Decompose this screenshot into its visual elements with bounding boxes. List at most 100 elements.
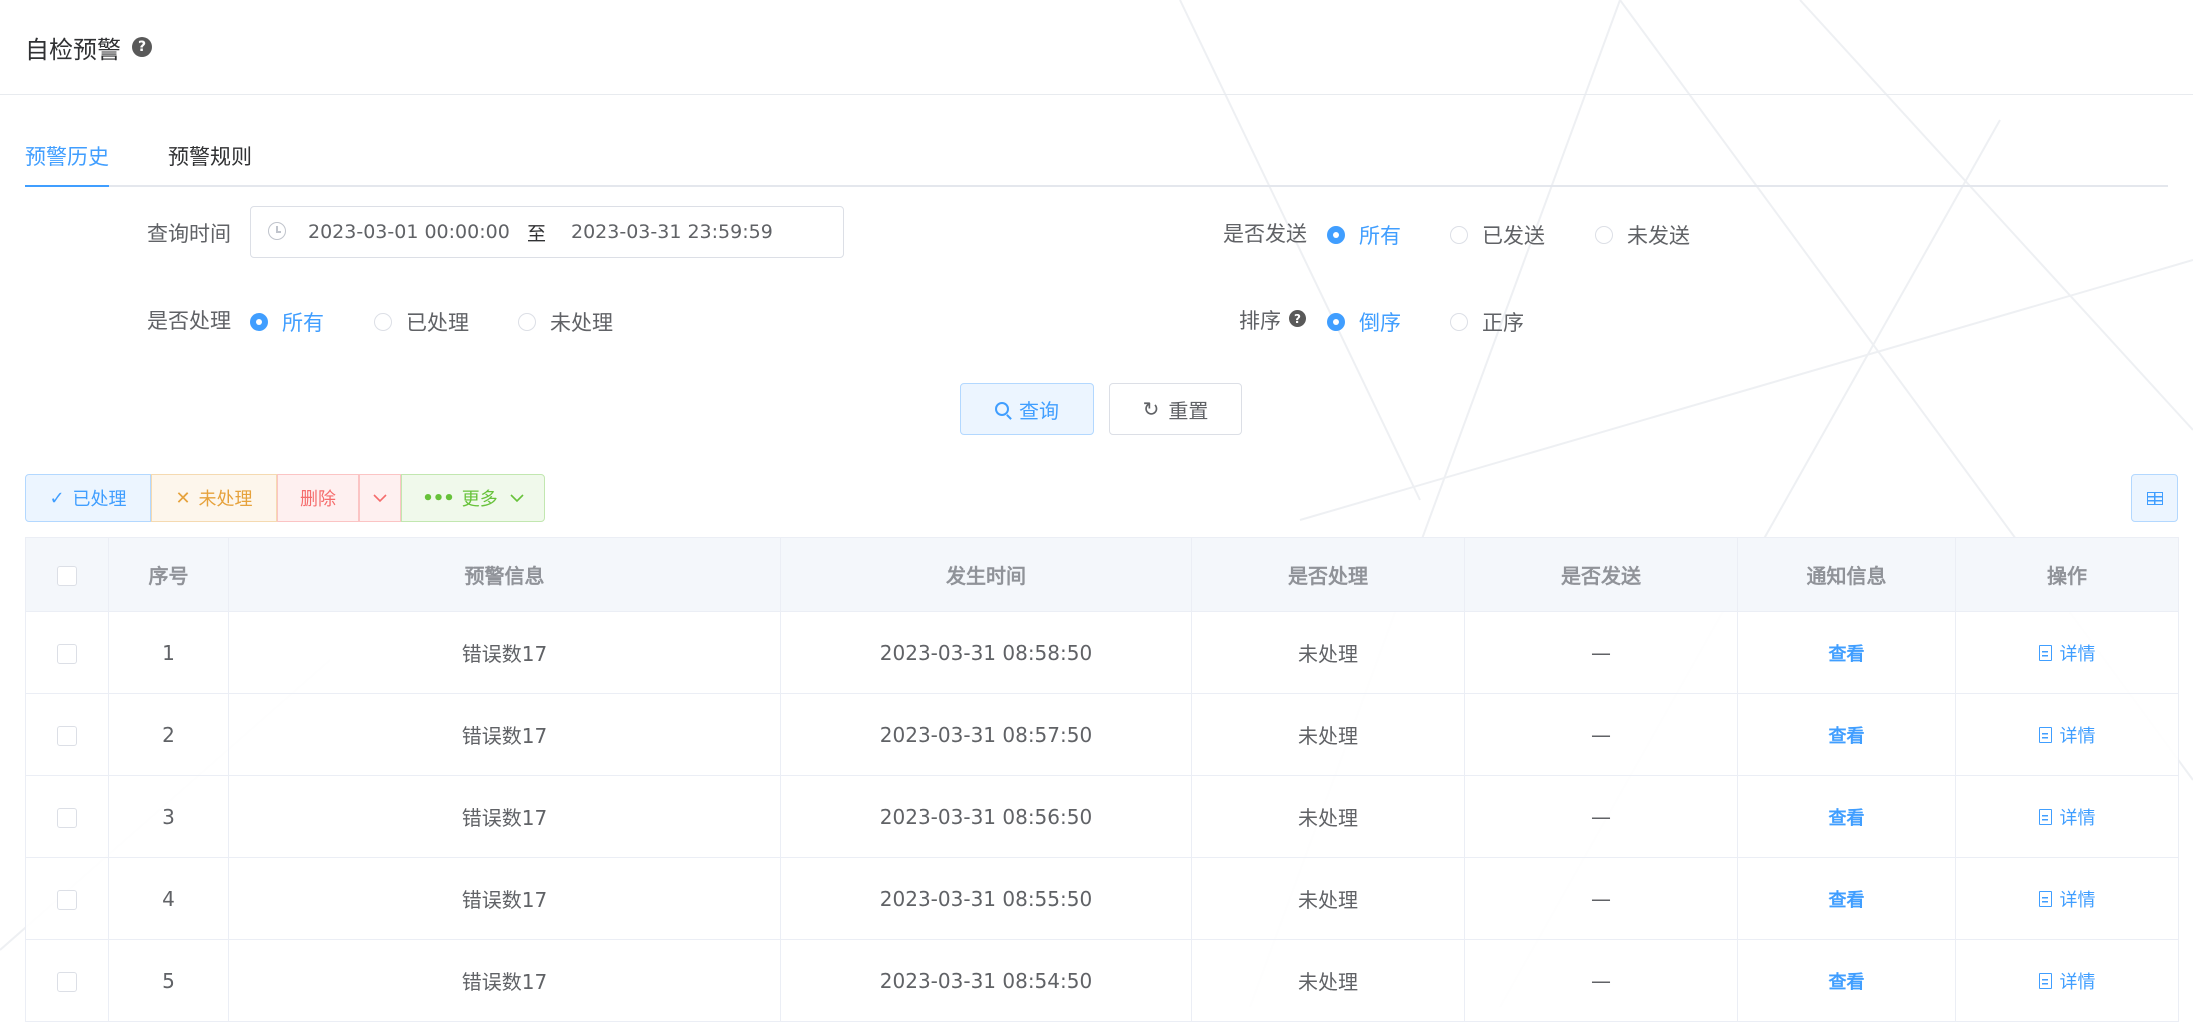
query-button[interactable]: 查询 (960, 383, 1094, 435)
row-checkbox[interactable] (57, 726, 77, 746)
handled-status: 未处理 (1191, 693, 1465, 776)
handled-status: 未处理 (1191, 775, 1465, 858)
detail-label: 详情 (2059, 889, 2096, 911)
sent-status: — (1464, 775, 1738, 858)
notice-cell: 查看 (1737, 693, 1956, 776)
sent-filter-label: 是否发送 (1223, 222, 1307, 246)
detail-link[interactable]: 详情 (2038, 886, 2096, 912)
op-cell: 详情 (1955, 611, 2179, 694)
date-start-input[interactable]: 2023-03-01 00:00:00 (308, 221, 510, 243)
alert-info: 错误数17 (228, 611, 781, 694)
view-notice-link[interactable]: 查看 (1829, 890, 1865, 911)
row-checkbox[interactable] (57, 644, 77, 664)
table-header-row: 序号 预警信息 发生时间 是否处理 是否发送 通知信息 操作 (25, 537, 2179, 612)
radio-sent-yes[interactable]: 已发送 (1450, 220, 1545, 250)
detail-link[interactable]: 详情 (2038, 968, 2096, 994)
alert-table: 序号 预警信息 发生时间 是否处理 是否发送 通知信息 操作 1 错误数17 2… (25, 537, 2179, 1022)
column-header: 序号 (108, 537, 229, 612)
page-title: 自检预警 (25, 35, 121, 64)
detail-link[interactable]: 详情 (2038, 640, 2096, 666)
delete-button[interactable]: 删除 (277, 474, 359, 522)
row-checkbox[interactable] (57, 890, 77, 910)
close-icon: ✕ (175, 487, 191, 509)
notice-cell: 查看 (1737, 857, 1956, 940)
column-header: 通知信息 (1737, 537, 1956, 612)
search-icon (995, 402, 1009, 416)
row-select-cell (25, 775, 109, 858)
radio-dot (1450, 313, 1468, 331)
date-range-picker[interactable]: 2023-03-01 00:00:00 至 2023-03-31 23:59:5… (250, 206, 844, 258)
mark-handled-button[interactable]: ✓ 已处理 (25, 474, 151, 522)
radio-label: 所有 (282, 311, 324, 335)
occur-time: 2023-03-31 08:55:50 (780, 857, 1192, 940)
more-button[interactable]: ••• 更多 (401, 474, 545, 522)
occur-time: 2023-03-31 08:56:50 (780, 775, 1192, 858)
date-end-input[interactable]: 2023-03-31 23:59:59 (571, 221, 773, 243)
handled-status: 未处理 (1191, 939, 1465, 1022)
table-row: 4 错误数17 2023-03-31 08:55:50 未处理 — 查看 详情 (25, 857, 2179, 940)
sent-status: — (1464, 693, 1738, 776)
delete-label: 删除 (300, 489, 336, 510)
document-icon (2038, 726, 2052, 743)
table-row: 2 错误数17 2023-03-31 08:57:50 未处理 — 查看 详情 (25, 693, 2179, 776)
alert-info: 错误数17 (228, 857, 781, 940)
occur-time: 2023-03-31 08:57:50 (780, 693, 1192, 776)
radio-label: 未处理 (550, 311, 613, 335)
mark-unhandled-button[interactable]: ✕ 未处理 (151, 474, 277, 522)
radio-label: 未发送 (1627, 224, 1690, 248)
radio-sent-no[interactable]: 未发送 (1595, 220, 1690, 250)
column-header: 是否发送 (1464, 537, 1738, 612)
alert-info: 错误数17 (228, 775, 781, 858)
row-index: 2 (108, 693, 229, 776)
reset-button[interactable]: ↻ 重置 (1109, 383, 1242, 435)
column-settings-button[interactable] (2131, 474, 2178, 522)
sent-status: — (1464, 611, 1738, 694)
row-index: 5 (108, 939, 229, 1022)
chevron-down-icon (510, 493, 524, 502)
chevron-down-icon (373, 493, 387, 502)
radio-handled-yes[interactable]: 已处理 (374, 307, 469, 337)
question-circle-icon[interactable]: ? (1289, 310, 1306, 327)
tab-alert-history[interactable]: 预警历史 (25, 141, 109, 171)
occur-time: 2023-03-31 08:58:50 (780, 611, 1192, 694)
detail-label: 详情 (2059, 725, 2096, 747)
radio-handled-no[interactable]: 未处理 (518, 307, 613, 337)
radio-label: 正序 (1482, 311, 1524, 335)
view-notice-link[interactable]: 查看 (1829, 972, 1865, 993)
radio-handled-all[interactable]: 所有 (250, 307, 324, 337)
op-cell: 详情 (1955, 857, 2179, 940)
notice-cell: 查看 (1737, 611, 1956, 694)
view-notice-link[interactable]: 查看 (1829, 808, 1865, 829)
delete-dropdown-button[interactable] (359, 474, 401, 522)
more-dots-icon: ••• (422, 487, 455, 509)
detail-link[interactable]: 详情 (2038, 804, 2096, 830)
radio-sort-desc[interactable]: 倒序 (1327, 307, 1401, 337)
detail-link[interactable]: 详情 (2038, 722, 2096, 748)
row-select-cell (25, 939, 109, 1022)
clock-icon (268, 222, 286, 240)
view-notice-link[interactable]: 查看 (1829, 644, 1865, 665)
column-header: 是否处理 (1191, 537, 1465, 612)
question-circle-icon[interactable]: ? (132, 37, 152, 57)
notice-cell: 查看 (1737, 939, 1956, 1022)
check-icon: ✓ (49, 487, 65, 509)
row-index: 3 (108, 775, 229, 858)
query-time-label: 查询时间 (147, 222, 231, 246)
tab-bar: 预警历史 预警规则 (25, 95, 2168, 187)
radio-dot (1327, 313, 1345, 331)
select-all-checkbox[interactable] (57, 566, 77, 586)
date-separator: 至 (527, 222, 547, 245)
active-tab-indicator (25, 185, 109, 187)
column-header: 预警信息 (228, 537, 781, 612)
reset-button-label: 重置 (1168, 398, 1209, 423)
radio-sort-asc[interactable]: 正序 (1450, 307, 1524, 337)
sent-status: — (1464, 939, 1738, 1022)
document-icon (2038, 890, 2052, 907)
view-notice-link[interactable]: 查看 (1829, 726, 1865, 747)
tab-alert-rules[interactable]: 预警规则 (168, 141, 252, 171)
query-button-label: 查询 (1019, 398, 1059, 423)
radio-sent-all[interactable]: 所有 (1327, 220, 1401, 250)
handled-status: 未处理 (1191, 857, 1465, 940)
row-checkbox[interactable] (57, 972, 77, 992)
row-checkbox[interactable] (57, 808, 77, 828)
